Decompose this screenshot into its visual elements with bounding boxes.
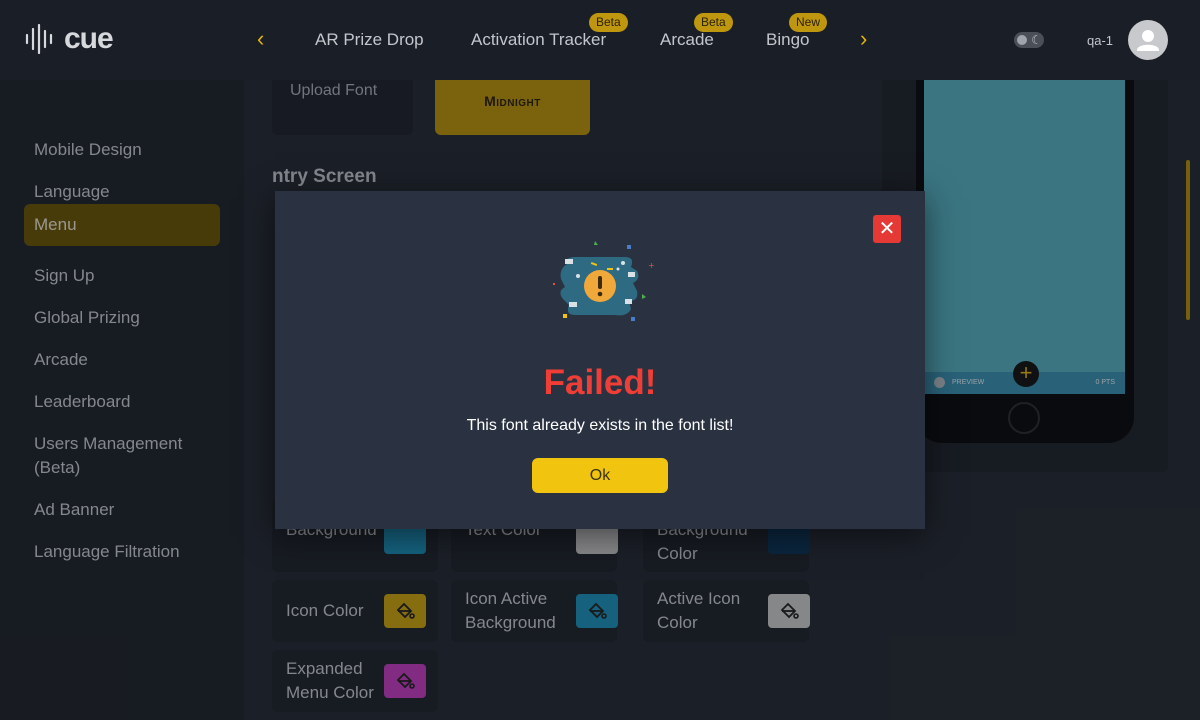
top-navigation-bar: cue ‹ AR Prize Drop Activation Tracker B… — [0, 0, 1200, 80]
cue-logo[interactable]: cue — [24, 22, 114, 56]
username-label: qa-1 — [1087, 33, 1114, 48]
tab-bingo[interactable]: Bingo — [766, 30, 809, 50]
toggle-knob — [1017, 35, 1027, 45]
beta-badge: Beta — [694, 13, 733, 32]
warning-illustration-icon: + — [553, 241, 655, 321]
moon-icon: ☾ — [1031, 33, 1042, 47]
modal-message: This font already exists in the font lis… — [466, 417, 734, 434]
logo-text: cue — [64, 22, 114, 55]
chevron-left-icon[interactable]: ‹ — [257, 28, 264, 50]
avatar[interactable] — [1128, 20, 1168, 60]
soundwave-logo-icon — [25, 24, 53, 54]
tab-ar-prize-drop[interactable]: AR Prize Drop — [315, 30, 424, 50]
user-icon — [1137, 30, 1159, 51]
theme-toggle[interactable]: ☾ — [1014, 32, 1044, 48]
svg-text:+: + — [648, 261, 655, 270]
chevron-right-icon[interactable]: › — [860, 28, 867, 50]
tab-activation-tracker[interactable]: Activation Tracker — [471, 30, 606, 50]
beta-badge: Beta — [589, 13, 628, 32]
new-badge: New — [789, 13, 828, 32]
ok-button[interactable]: Ok — [532, 458, 668, 493]
tab-arcade[interactable]: Arcade — [660, 30, 714, 50]
error-modal: ✕ + Failed! This font already exists in … — [275, 191, 925, 529]
modal-title: Failed! — [543, 363, 657, 402]
close-icon[interactable]: ✕ — [873, 215, 901, 243]
